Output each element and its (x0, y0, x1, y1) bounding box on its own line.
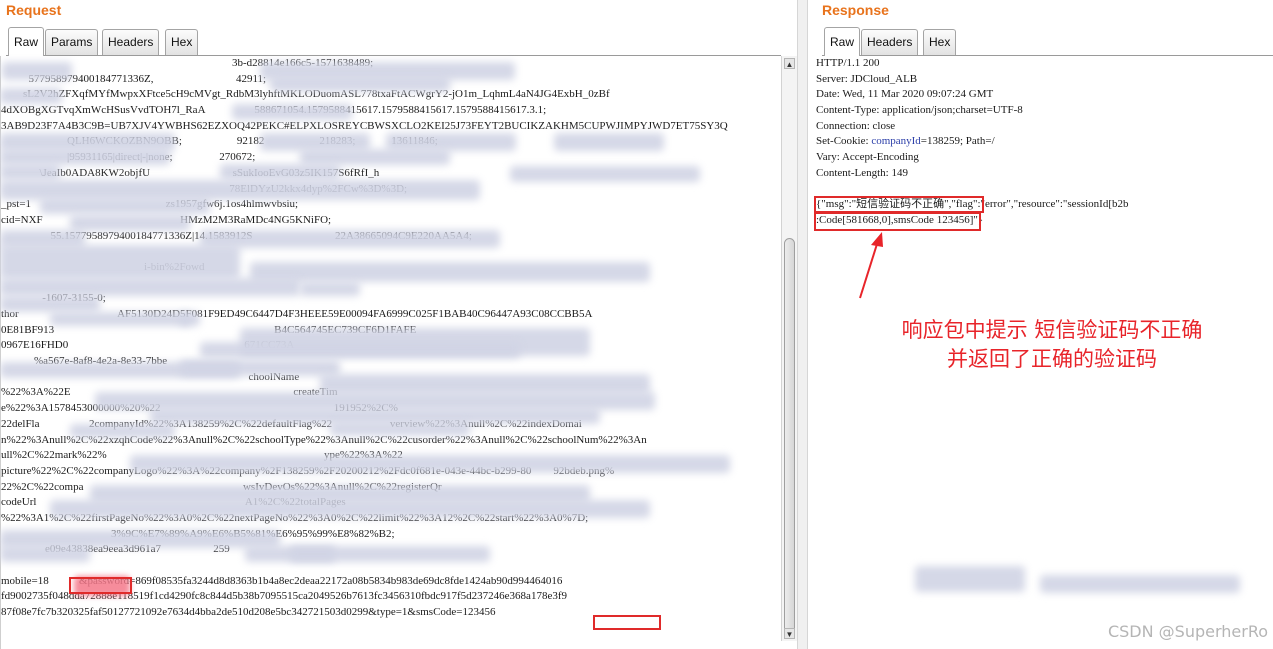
response-header-line: Content-Type: application/json;charset=U… (816, 104, 1023, 117)
redaction-blur (50, 312, 200, 326)
set-cookie-key: companyId (871, 135, 921, 148)
redaction-blur (554, 133, 664, 151)
request-tabbar: Raw Params Headers Hex (6, 27, 781, 56)
response-tab-headers[interactable]: Headers (861, 29, 919, 55)
redaction-blur (250, 262, 650, 282)
redaction-blur (200, 230, 500, 248)
watermark: CSDN @SuperherRo (1107, 622, 1268, 641)
response-header-line: HTTP/1.1 200 (816, 57, 880, 69)
redaction-blur (290, 546, 490, 562)
response-header-line: Connection: close (816, 119, 896, 132)
redaction-blur (0, 88, 62, 104)
annotation-line-1: 响应包中提示 短信验证码不正确 (901, 318, 1203, 342)
redaction-blur (1040, 575, 1240, 593)
set-cookie-line: Set-Cookie: companyId=138259; Path=/ (816, 134, 1273, 150)
annotation-arrow-icon (859, 232, 883, 299)
annotation-line-2: 并返回了正确的验证码 (947, 347, 1157, 371)
redaction-blur (0, 546, 90, 562)
redaction-blur (40, 198, 210, 214)
request-tab-params[interactable]: Params (45, 29, 99, 55)
redaction-blur (510, 166, 700, 182)
mobile-highlight-box (69, 577, 132, 594)
request-line: 4dXOBgXGTvqXmWcHSusVvdTOH7l_RaA 58867105… (1, 104, 547, 117)
response-header-line: Content-Length: 149 (816, 166, 908, 179)
redaction-blur (232, 104, 352, 120)
scroll-up-icon[interactable]: ▲ (784, 58, 795, 69)
response-header-line: Date: Wed, 11 Mar 2020 09:07:24 GMT (816, 88, 994, 101)
redaction-blur (70, 215, 190, 231)
redaction-blur (70, 424, 175, 438)
code-highlight-box (814, 212, 981, 231)
redaction-blur (0, 164, 60, 180)
redaction-blur (220, 164, 340, 180)
redaction-blur (915, 566, 1025, 592)
response-header-line: Server: JDCloud_ALB (816, 72, 918, 85)
redaction-blur (180, 360, 340, 376)
response-tabbar: Raw Headers Hex (822, 27, 1273, 56)
response-header-line: Vary: Accept-Encoding (816, 151, 919, 164)
response-title: Response (822, 2, 889, 18)
redaction-blur (180, 312, 190, 326)
redaction-blur (0, 245, 240, 279)
set-cookie-rest: =138259; Path=/ (920, 135, 995, 148)
redaction-blur (330, 422, 470, 436)
request-tab-headers[interactable]: Headers (102, 29, 160, 55)
redaction-blur (0, 296, 100, 312)
redaction-blur (0, 180, 480, 200)
redaction-blur (2, 62, 72, 80)
smscode-highlight-box (593, 615, 661, 630)
request-tab-hex[interactable]: Hex (165, 29, 199, 55)
request-title: Request (6, 2, 62, 18)
redaction-blur (200, 342, 520, 358)
request-line: 87f08e7fc7b320325faf50127721092e7634d4bb… (1, 606, 496, 619)
response-tab-raw[interactable]: Raw (824, 27, 861, 56)
msg-highlight-box (814, 196, 984, 213)
request-tab-raw[interactable]: Raw (8, 27, 45, 56)
redaction-blur (300, 282, 360, 296)
request-scrollbar[interactable]: ▲ ▼ (781, 56, 797, 641)
redaction-blur (130, 455, 730, 473)
redaction-blur (270, 76, 450, 92)
scroll-thumb[interactable] (784, 238, 795, 638)
scroll-down-icon[interactable]: ▼ (784, 628, 795, 639)
response-tab-hex[interactable]: Hex (923, 29, 957, 55)
redaction-blur (0, 149, 170, 165)
redaction-blur (0, 278, 300, 296)
set-cookie-prefix: Set-Cookie: (816, 135, 872, 148)
annotation-text: 响应包中提示 短信验证码不正确 并返回了正确的验证码 (842, 316, 1262, 374)
redaction-blur (50, 500, 650, 518)
redaction-blur (300, 149, 450, 165)
pane-divider[interactable] (797, 0, 808, 649)
redaction-blur (320, 374, 650, 394)
